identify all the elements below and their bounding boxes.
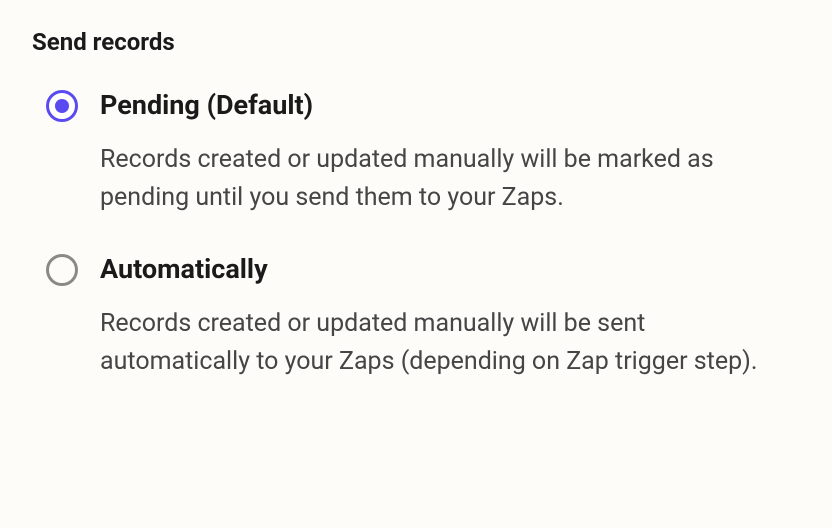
radio-pending[interactable] [46, 90, 78, 122]
option-automatically-label: Automatically [100, 252, 800, 287]
option-pending-body: Pending (Default) Records created or upd… [100, 88, 800, 216]
option-automatically-body: Automatically Records created or updated… [100, 252, 800, 380]
option-automatically[interactable]: Automatically Records created or updated… [46, 252, 800, 380]
section-title: Send records [32, 28, 800, 56]
option-automatically-description: Records created or updated manually will… [100, 305, 800, 380]
option-pending-label: Pending (Default) [100, 88, 800, 123]
option-pending[interactable]: Pending (Default) Records created or upd… [46, 88, 800, 216]
radio-group: Pending (Default) Records created or upd… [32, 88, 800, 380]
radio-automatically[interactable] [46, 254, 78, 286]
option-pending-description: Records created or updated manually will… [100, 141, 800, 216]
